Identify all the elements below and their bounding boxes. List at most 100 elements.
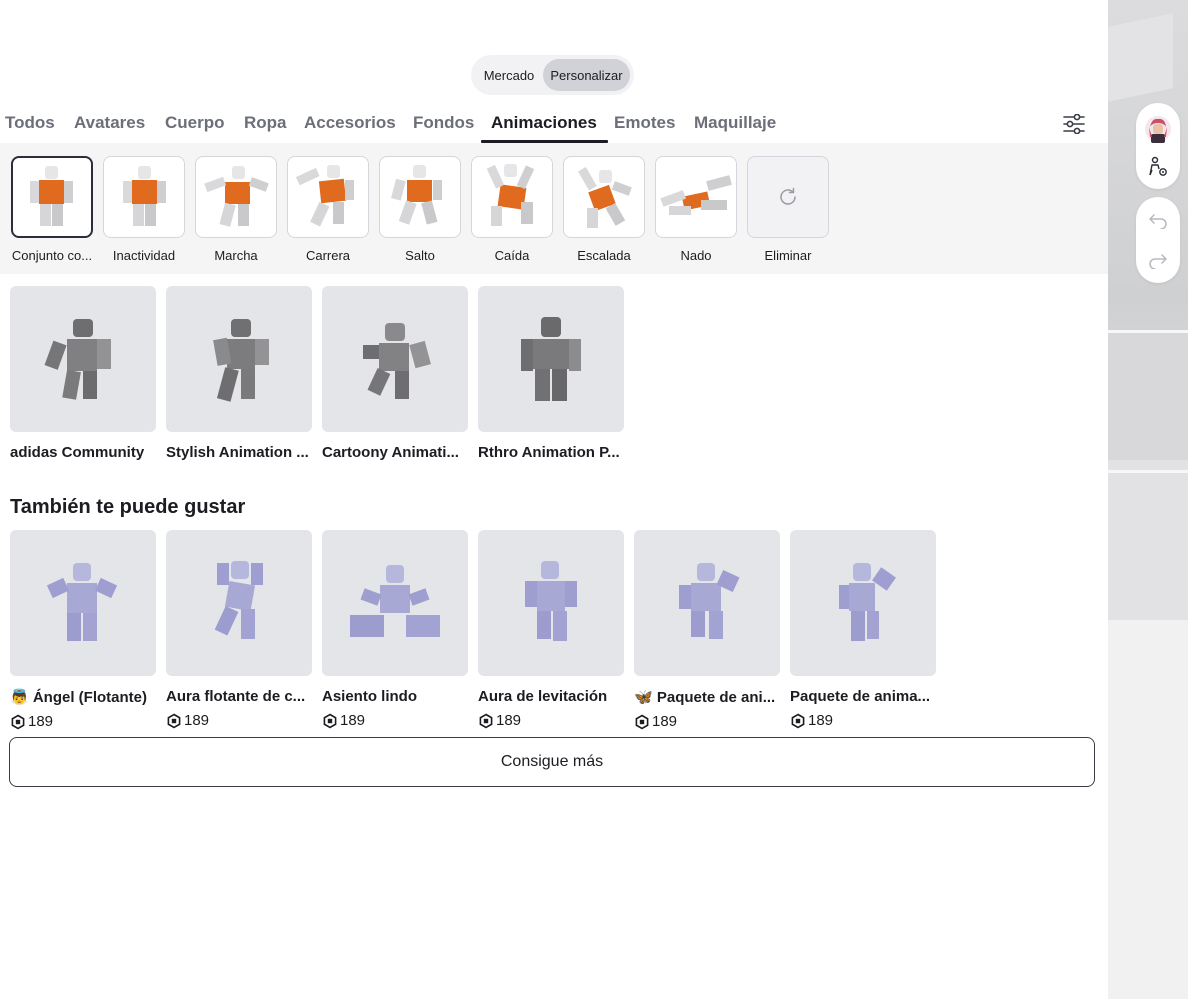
- robux-icon: [791, 713, 805, 728]
- subcategory-marcha[interactable]: Marcha: [195, 156, 277, 263]
- avatar-thumbnail-button[interactable]: [1144, 115, 1172, 143]
- animation-subcategory-strip: Conjunto co... Inactividad Marcha Carrer…: [0, 143, 1108, 274]
- item-thumbnail: [166, 530, 312, 676]
- history-controls-group: [1136, 197, 1180, 283]
- recommended-item-card[interactable]: Aura flotante de c... 189: [166, 530, 312, 729]
- subcategory-thumbnail: [747, 156, 829, 238]
- item-name: Aura flotante de c...: [166, 688, 306, 705]
- recommended-item-card[interactable]: 🦋 Paquete de ani... 189: [634, 530, 780, 730]
- subcategory-label: Eliminar: [764, 248, 812, 263]
- item-price: 189: [322, 712, 468, 729]
- preview-background-block: [1108, 13, 1173, 102]
- subcategory-conjunto-completo[interactable]: Conjunto co...: [11, 156, 93, 263]
- item-price: 189: [478, 712, 624, 729]
- sliders-icon: [1063, 114, 1085, 134]
- get-more-button[interactable]: Consigue más: [9, 737, 1095, 787]
- tab-accesorios[interactable]: Accesorios: [304, 108, 396, 144]
- item-name: Asiento lindo: [322, 688, 417, 705]
- item-thumbnail: [10, 286, 156, 432]
- avatar-pose-figure: [295, 165, 354, 227]
- tab-cuerpo[interactable]: Cuerpo: [165, 108, 225, 144]
- subcategory-carrera[interactable]: Carrera: [287, 156, 369, 263]
- subcategory-thumbnail: [287, 156, 369, 238]
- subcategory-label: Carrera: [305, 248, 351, 263]
- subcategory-label: Salto: [405, 248, 435, 263]
- tab-avatares[interactable]: Avatares: [74, 108, 145, 144]
- subcategory-salto[interactable]: Salto: [379, 156, 461, 263]
- item-price: 189: [166, 712, 312, 729]
- lavender-avatar-figure: [214, 561, 263, 639]
- item-price: 189: [634, 713, 780, 730]
- item-thumbnail: [478, 530, 624, 676]
- subcategory-eliminar[interactable]: Eliminar: [747, 156, 829, 263]
- preview-background-block: [1108, 620, 1188, 999]
- item-thumbnail: [790, 530, 936, 676]
- recommended-item-card[interactable]: Aura de levitación 189: [478, 530, 624, 729]
- item-price-value: 189: [652, 713, 678, 730]
- item-thumbnail: [10, 530, 156, 676]
- subcategory-thumbnail: [563, 156, 645, 238]
- tab-todos[interactable]: Todos: [5, 108, 55, 144]
- subcategory-label: Marcha: [214, 248, 258, 263]
- recommended-item-card[interactable]: Paquete de anima... 189: [790, 530, 936, 729]
- tab-ropa[interactable]: Ropa: [244, 108, 287, 144]
- recommended-item-card[interactable]: 👼 Ángel (Flotante) 189: [10, 530, 156, 730]
- lavender-avatar-figure: [350, 565, 440, 637]
- recommended-item-card[interactable]: Asiento lindo 189: [322, 530, 468, 729]
- subcategory-thumbnail: [379, 156, 461, 238]
- item-name: 👼 Ángel (Flotante): [10, 689, 147, 706]
- item-price-value: 189: [808, 712, 834, 729]
- lavender-avatar-figure: [839, 563, 896, 641]
- subcategory-caida[interactable]: Caída: [471, 156, 553, 263]
- item-name: adidas Community: [10, 444, 145, 461]
- lavender-avatar-figure: [46, 563, 118, 641]
- tab-animaciones[interactable]: Animaciones: [481, 108, 608, 144]
- owned-item-card[interactable]: Stylish Animation ...: [166, 286, 312, 461]
- subcategory-thumbnail: [655, 156, 737, 238]
- avatar-settings-button[interactable]: [1144, 153, 1172, 181]
- item-thumbnail: [322, 530, 468, 676]
- subcategory-escalada[interactable]: Escalada: [563, 156, 645, 263]
- item-thumbnail: [322, 286, 468, 432]
- preview-background-block: [1108, 470, 1188, 620]
- customize-toggle-button[interactable]: Personalizar: [543, 59, 630, 91]
- item-price-value: 189: [184, 712, 210, 729]
- subcategory-nado[interactable]: Nado: [655, 156, 737, 263]
- avatar-pose-figure: [578, 166, 632, 228]
- recommended-section-title: También te puede gustar: [10, 496, 246, 518]
- avatar-pose-figure: [660, 175, 732, 215]
- redo-button[interactable]: [1144, 247, 1172, 275]
- filter-button[interactable]: [1060, 110, 1088, 138]
- avatar-pose-figure: [204, 166, 269, 227]
- owned-item-card[interactable]: adidas Community: [10, 286, 156, 461]
- robux-icon: [323, 713, 337, 728]
- owned-item-card[interactable]: Rthro Animation P...: [478, 286, 624, 461]
- preview-divider: [1108, 470, 1188, 473]
- gray-avatar-figure: [521, 317, 581, 401]
- item-price-value: 189: [340, 712, 366, 729]
- undo-button[interactable]: [1144, 207, 1172, 235]
- subcategory-label: Nado: [680, 248, 712, 263]
- subcategory-label: Conjunto co...: [11, 248, 93, 263]
- avatar-pose-figure: [123, 166, 166, 226]
- tab-fondos[interactable]: Fondos: [413, 108, 474, 144]
- gray-avatar-figure: [363, 323, 431, 399]
- lavender-avatar-figure: [525, 561, 577, 641]
- item-thumbnail: [478, 286, 624, 432]
- item-price: 189: [10, 713, 156, 730]
- subcategory-inactividad[interactable]: Inactividad: [103, 156, 185, 263]
- subcategory-thumbnail: [103, 156, 185, 238]
- owned-item-card[interactable]: Cartoony Animati...: [322, 286, 468, 461]
- subcategory-label: Escalada: [577, 248, 631, 263]
- robux-icon: [635, 714, 649, 729]
- gray-avatar-figure: [44, 319, 111, 400]
- item-name: Stylish Animation ...: [166, 444, 309, 461]
- item-name: Rthro Animation P...: [478, 444, 620, 461]
- gray-avatar-figure: [213, 319, 269, 402]
- view-toggle: Mercado Personalizar: [471, 55, 634, 95]
- item-price-value: 189: [28, 713, 54, 730]
- tab-maquillaje[interactable]: Maquillaje: [694, 108, 776, 144]
- tab-emotes[interactable]: Emotes: [614, 108, 675, 144]
- marketplace-toggle-button[interactable]: Mercado: [475, 59, 543, 91]
- avatar-controls-group: [1136, 103, 1180, 189]
